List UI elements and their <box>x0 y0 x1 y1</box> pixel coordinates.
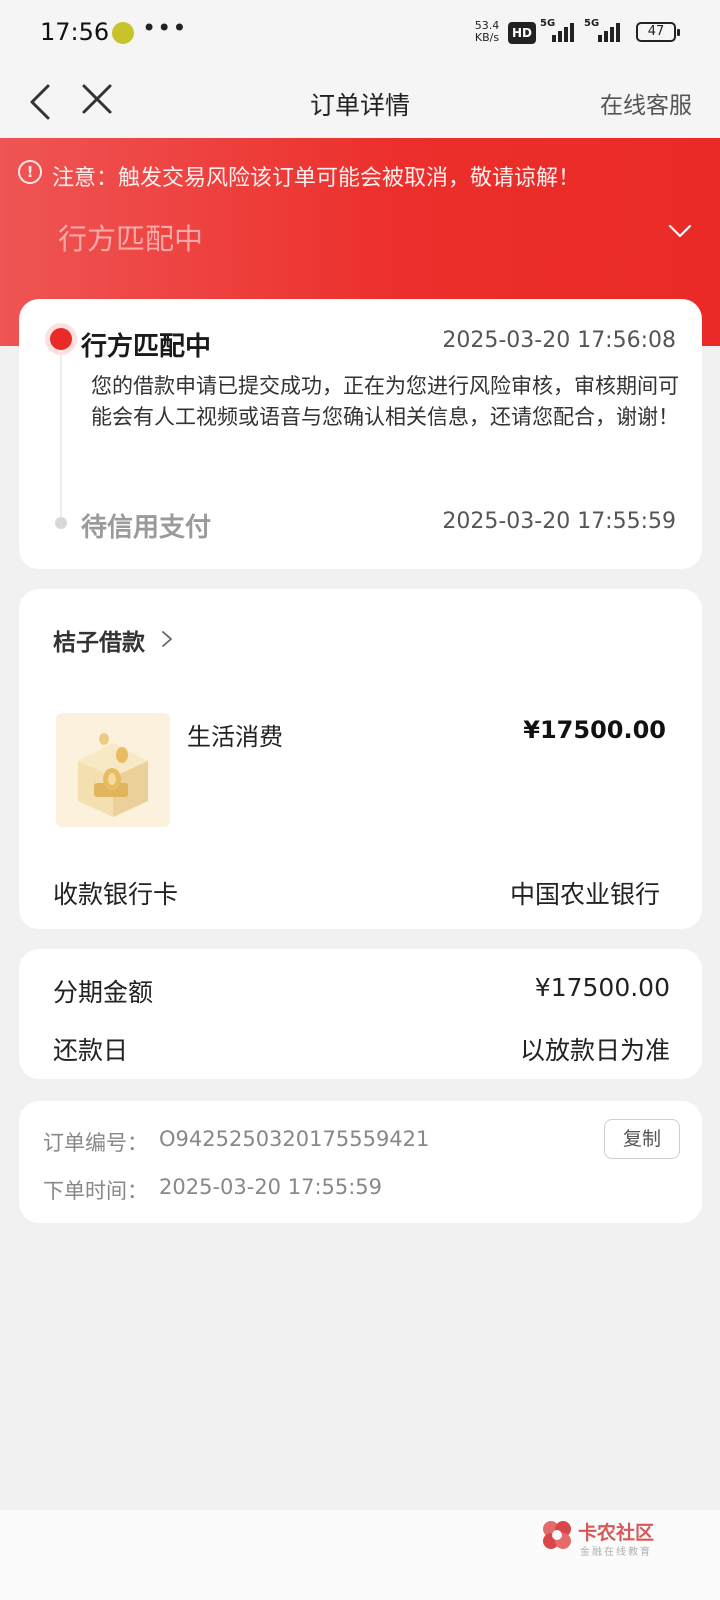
online-service-link[interactable]: 在线客服 <box>600 86 692 120</box>
watermark-logo-icon <box>540 1518 574 1552</box>
copy-button[interactable]: 复制 <box>604 1119 680 1159</box>
product-image <box>56 713 170 827</box>
nav-bar: 订单详情 在线客服 <box>0 66 720 138</box>
timeline-step-time: 2025-03-20 17:56:08 <box>442 328 676 353</box>
order-number-label: 订单编号： <box>43 1131 148 1155</box>
notification-app-icon <box>112 22 134 44</box>
timeline-active-dot <box>50 328 72 350</box>
warning-icon: ! <box>18 160 42 184</box>
close-icon[interactable] <box>78 80 122 124</box>
repayment-day-value: 以放款日为准 <box>519 1036 670 1065</box>
timeline-line <box>60 355 62 517</box>
product-card: 桔子借款 生活消费 ¥17500.00 收款银行卡 中国农业银行 <box>19 589 702 929</box>
bank-card-label: 收款银行卡 <box>53 880 179 909</box>
more-notifications-icon: ••• <box>142 14 188 42</box>
installment-amount-value: ¥17500.00 <box>534 973 670 1002</box>
banner-status: 行方匹配中 <box>58 222 204 256</box>
installment-card: 分期金额 ¥17500.00 还款日 以放款日为准 <box>19 949 702 1079</box>
order-number-value: O942525032017555942​1 <box>159 1127 430 1151</box>
product-name: 生活消费 <box>187 723 283 751</box>
chevron-down-icon[interactable] <box>664 220 696 242</box>
merchant-link[interactable]: 桔子借款 <box>53 623 145 657</box>
status-timeline-card: 行方匹配中 2025-03-20 17:56:08 您的借款申请已提交成功，正在… <box>19 299 702 569</box>
signal-1-icon: 5G <box>540 18 574 42</box>
timeline-step-title: 待信用支付 <box>81 513 212 543</box>
battery-icon: 47 <box>636 22 680 42</box>
status-bar: 17:56 ••• 53.4 KB/s HD 5G 5G 47 <box>0 0 720 66</box>
risk-warning-text: 注意：触发交易风险该订单可能会被取消，敬请谅解！ <box>52 166 581 191</box>
timeline-step-title: 行方匹配中 <box>81 332 212 362</box>
bottom-bar: 卡农社区 金融在线教育 <box>0 1510 720 1600</box>
timeline-past-dot <box>55 517 67 529</box>
product-price: ¥17500.00 <box>523 716 666 744</box>
installment-amount-label: 分期金额 <box>53 978 154 1007</box>
order-time-value: 2025-03-20 17:55:59 <box>159 1175 383 1199</box>
timeline-step-description: 您的借款申请已提交成功，正在为您进行风险审核，审核期间可能会有人工视频或语音与您… <box>91 374 679 429</box>
network-speed-unit: KB/s <box>474 31 500 44</box>
repayment-day-label: 还款日 <box>53 1036 129 1065</box>
chevron-right-icon[interactable] <box>159 629 175 649</box>
order-time-label: 下单时间： <box>43 1179 148 1203</box>
status-time: 17:56 <box>40 18 110 46</box>
timeline-step-time: 2025-03-20 17:55:59 <box>442 509 676 534</box>
back-icon[interactable] <box>22 80 66 124</box>
signal-2-type: 5G <box>584 18 600 29</box>
network-speed: 53.4 KB/s <box>470 20 504 44</box>
watermark-subtitle: 金融在线教育 <box>580 1547 652 1558</box>
watermark-title: 卡农社区 <box>578 1522 655 1544</box>
signal-1-type: 5G <box>540 18 556 29</box>
order-info-card: 订单编号： O942525032017555942​1 复制 下单时间： 202… <box>19 1101 702 1223</box>
hd-icon: HD <box>508 22 536 44</box>
signal-2-icon: 5G <box>584 18 622 42</box>
bank-card-value: 中国农业银行 <box>509 880 660 909</box>
